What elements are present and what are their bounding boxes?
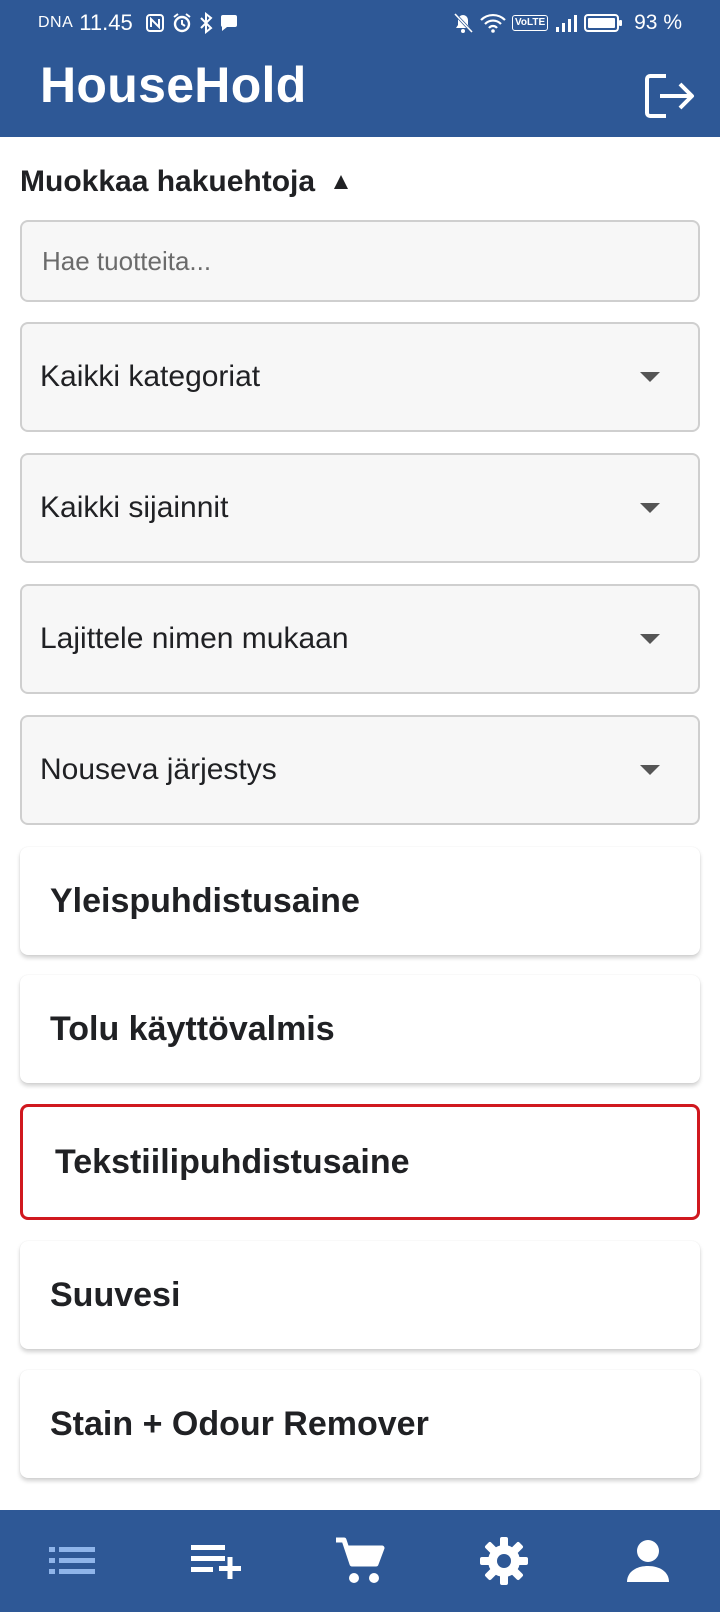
product-item[interactable]: Yleispuhdistusaine [20,847,700,955]
sort-by-select[interactable]: Lajittele nimen mukaan [20,584,700,694]
product-name: Tekstiilipuhdistusaine [55,1142,410,1181]
status-bar: DNA 11.45 VoLTE 93 % [0,0,720,46]
app-bar: DNA 11.45 VoLTE 93 % HouseHold [0,0,720,137]
wifi-icon [480,13,506,33]
search-input[interactable] [42,245,698,277]
nav-shopping-cart[interactable] [310,1521,410,1601]
chevron-down-icon [640,503,660,513]
search-field[interactable] [20,220,700,302]
status-right: VoLTE 93 % [452,11,682,35]
signal-icon [554,13,578,33]
battery-icon [584,13,624,33]
nav-settings[interactable] [454,1521,554,1601]
cart-icon [336,1537,385,1583]
product-name: Tolu käyttövalmis [50,1009,335,1048]
gear-icon [480,1537,528,1585]
bottom-navigation [0,1510,720,1612]
mute-icon [452,12,474,34]
sort-order-select[interactable]: Nouseva järjestys [20,715,700,825]
logout-icon [645,74,694,118]
location-select-value: Kaikki sijainnit [40,491,229,524]
sort-order-select-value: Nouseva järjestys [40,753,277,786]
product-item[interactable]: Tolu käyttövalmis [20,975,700,1083]
filter-toggle[interactable]: Muokkaa hakuehtoja ▲ [20,160,353,204]
sort-by-select-value: Lajittele nimen mukaan [40,622,349,655]
nav-add-product[interactable] [166,1521,266,1601]
location-select[interactable]: Kaikki sijainnit [20,453,700,563]
status-left: DNA 11.45 [38,10,239,36]
filter-toggle-label: Muokkaa hakuehtoja [20,165,316,198]
chevron-down-icon [640,765,660,775]
chevron-down-icon [640,634,660,644]
battery-percent: 93 % [634,11,682,34]
logout-button[interactable] [642,68,698,124]
collapse-arrow-icon: ▲ [329,168,353,195]
bluetooth-icon [199,12,213,34]
chat-icon [219,13,239,33]
category-select[interactable]: Kaikki kategoriat [20,322,700,432]
product-item[interactable]: Stain + Odour Remover [20,1370,700,1478]
list-icon [49,1547,95,1574]
product-name: Suuvesi [50,1275,181,1314]
alarm-icon [171,12,193,34]
status-time: 11.45 [79,10,133,35]
carrier-label: DNA [38,14,74,31]
category-select-value: Kaikki kategoriat [40,360,261,393]
app-title: HouseHold [40,57,307,113]
playlist-add-icon [191,1545,241,1579]
product-item-selected[interactable]: Tekstiilipuhdistusaine [20,1104,700,1220]
nav-profile[interactable] [598,1521,698,1601]
product-name: Yleispuhdistusaine [50,881,360,920]
volte-badge: VoLTE [511,15,549,31]
product-item[interactable]: Suuvesi [20,1241,700,1349]
user-icon [627,1540,669,1582]
product-name: Stain + Odour Remover [50,1404,429,1443]
nfc-icon [145,13,165,33]
nav-products-list[interactable] [22,1521,122,1601]
chevron-down-icon [640,372,660,382]
